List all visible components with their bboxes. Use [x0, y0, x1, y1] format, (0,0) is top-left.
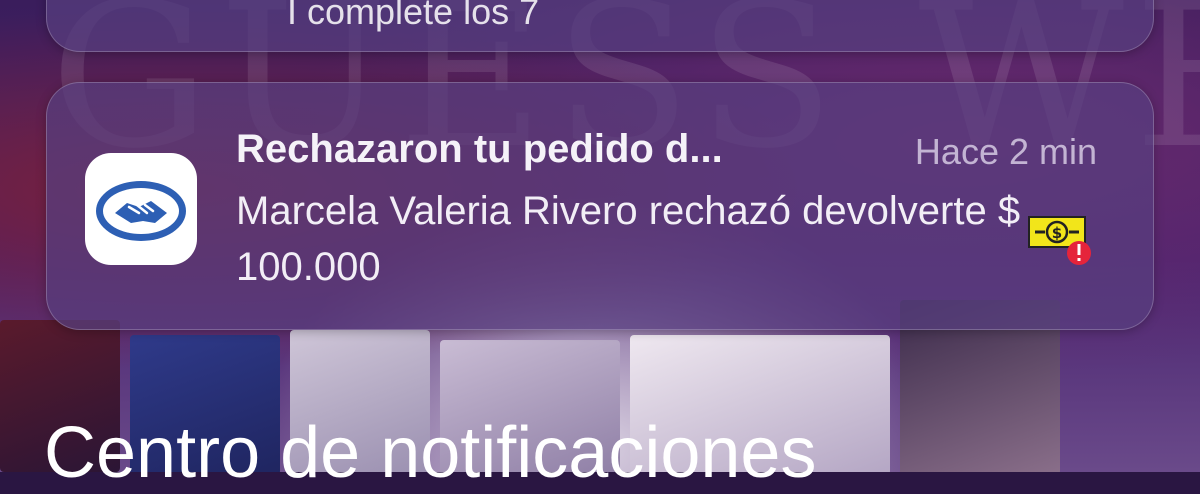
previous-notification-text: I complete los 7	[287, 0, 540, 32]
money-alert-icon: $	[1028, 216, 1091, 265]
mercado-pago-handshake-icon	[85, 153, 197, 265]
previous-notification-banner[interactable]: I complete los 7	[46, 0, 1154, 52]
notification-title: Rechazaron tu pedido d...	[236, 127, 723, 171]
svg-text:$: $	[1052, 224, 1062, 242]
notification-body: Marcela Valeria Rivero rechazó devolvert…	[236, 189, 1021, 289]
notification-time: Hace 2 min	[914, 131, 1097, 172]
notification-banner[interactable]: Rechazaron tu pedido d... Hace 2 min Mar…	[46, 82, 1154, 330]
notification-center-title: Centro de notificaciones	[44, 413, 817, 493]
